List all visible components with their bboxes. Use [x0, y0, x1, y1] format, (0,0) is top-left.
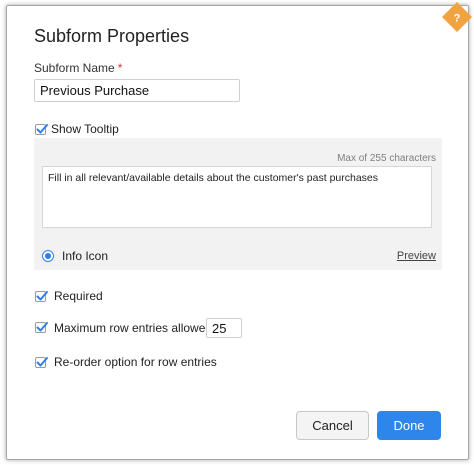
reorder-checkbox[interactable] [35, 357, 48, 368]
max-rows-label: Maximum row entries allowed [54, 321, 213, 335]
max-characters-hint: Max of 255 characters [337, 153, 436, 164]
max-rows-input[interactable] [206, 318, 242, 338]
info-icon-radio[interactable] [42, 250, 54, 262]
tooltip-text-area[interactable]: Fill in all relevant/available details a… [42, 166, 432, 228]
cancel-button[interactable]: Cancel [296, 411, 369, 440]
checkmark-icon [36, 357, 48, 367]
required-marker: * [117, 61, 123, 75]
reorder-label: Re-order option for row entries [54, 355, 217, 369]
required-label: Required [54, 289, 103, 303]
show-tooltip-checkbox[interactable] [35, 124, 48, 135]
tooltip-settings-panel: Max of 255 characters Fill in all releva… [34, 138, 442, 270]
checkmark-icon [36, 124, 48, 134]
info-icon-label: Info Icon [62, 249, 109, 263]
checkmark-icon [36, 322, 48, 332]
subform-name-label: Subform Name * [34, 61, 123, 75]
done-button[interactable]: Done [377, 411, 441, 440]
dialog-title: Subform Properties [34, 26, 190, 46]
subform-properties-dialog: Subform Properties ? Subform Name* Show … [6, 2, 472, 460]
checkmark-icon [36, 291, 48, 301]
preview-link[interactable]: Preview [397, 250, 436, 262]
required-checkbox[interactable] [35, 291, 48, 302]
svg-text:?: ? [454, 13, 461, 25]
subform-name-input[interactable] [34, 79, 240, 102]
max-rows-checkbox[interactable] [35, 322, 48, 333]
question-mark-icon[interactable]: ? [442, 0, 472, 34]
show-tooltip-label: Show Tooltip [51, 122, 119, 136]
